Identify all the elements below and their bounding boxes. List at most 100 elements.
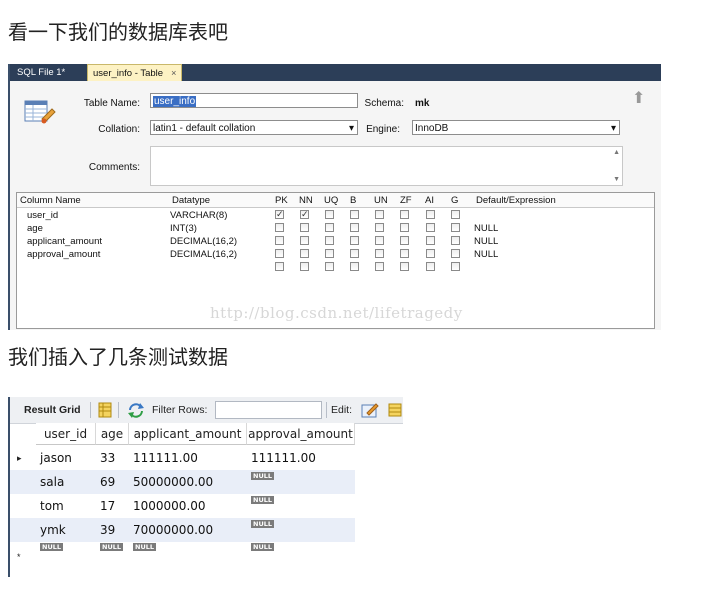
flag-checkbox[interactable]	[350, 249, 359, 258]
collapse-chevron-icon[interactable]: ⬆︎	[632, 91, 645, 107]
result-cell[interactable]: NULL	[247, 518, 355, 542]
result-row[interactable]: ymk 39 70000000.00 NULL	[10, 518, 355, 542]
result-cell[interactable]: 17	[96, 494, 129, 518]
flag-checkbox[interactable]	[451, 210, 460, 219]
flag-checkbox[interactable]	[325, 249, 334, 258]
result-cell[interactable]: 33	[96, 446, 129, 470]
flag-checkbox[interactable]	[375, 210, 384, 219]
flag-checkbox[interactable]	[375, 236, 384, 245]
tab-user-info-table[interactable]: user_info - Table ×	[87, 64, 183, 81]
flag-checkbox[interactable]	[350, 262, 359, 271]
flag-checkbox[interactable]	[350, 223, 359, 232]
flag-checkbox[interactable]	[375, 262, 384, 271]
refresh-icon[interactable]	[127, 402, 145, 418]
flag-checkbox[interactable]	[325, 262, 334, 271]
flag-checkbox[interactable]	[451, 249, 460, 258]
form-view-icon[interactable]	[98, 402, 112, 418]
flag-checkbox[interactable]	[300, 249, 309, 258]
column-row[interactable]: approval_amount DECIMAL(16,2) NULL	[17, 248, 654, 261]
new-column-row[interactable]	[17, 261, 654, 274]
flag-checkbox[interactable]	[400, 210, 409, 219]
result-cell[interactable]: jason	[36, 446, 96, 470]
flag-checkbox[interactable]	[451, 262, 460, 271]
result-cell[interactable]: 69	[96, 470, 129, 494]
col-header[interactable]: UN	[374, 195, 388, 206]
result-col-header[interactable]: user_id	[36, 423, 96, 445]
flag-checkbox[interactable]	[325, 236, 334, 245]
collation-select[interactable]: latin1 - default collation	[150, 120, 358, 136]
engine-select[interactable]: InnoDB	[412, 120, 620, 136]
flag-checkbox[interactable]	[275, 262, 284, 271]
result-cell[interactable]: 39	[96, 518, 129, 542]
result-col-header[interactable]: approval_amount	[247, 423, 355, 445]
flag-checkbox[interactable]	[426, 249, 435, 258]
scroll-up-icon[interactable]: ▲	[613, 149, 620, 156]
flag-checkbox[interactable]	[350, 210, 359, 219]
col-header[interactable]: NN	[299, 195, 313, 206]
col-header[interactable]: ZF	[400, 195, 412, 206]
flag-checkbox[interactable]	[451, 236, 460, 245]
scroll-down-icon[interactable]: ▼	[613, 176, 620, 183]
col-header[interactable]: AI	[425, 195, 434, 206]
flag-checkbox[interactable]	[451, 223, 460, 232]
flag-checkbox[interactable]	[400, 262, 409, 271]
col-header[interactable]: G	[451, 195, 458, 206]
new-result-row[interactable]: * NULL NULL NULL NULL	[10, 542, 355, 566]
flag-checkbox[interactable]: ✓	[275, 210, 284, 219]
flag-checkbox[interactable]	[400, 249, 409, 258]
flag-checkbox[interactable]	[375, 249, 384, 258]
result-cell[interactable]: NULL	[36, 542, 96, 566]
result-cell[interactable]: 1000000.00	[129, 494, 247, 518]
flag-checkbox[interactable]: ✓	[300, 210, 309, 219]
result-cell[interactable]: tom	[36, 494, 96, 518]
result-cell[interactable]: 111111.00	[247, 446, 355, 470]
flag-checkbox[interactable]	[275, 223, 284, 232]
result-col-header[interactable]: age	[96, 423, 129, 445]
filter-rows-input[interactable]	[215, 401, 322, 419]
result-cell[interactable]: ymk	[36, 518, 96, 542]
result-cell[interactable]: 70000000.00	[129, 518, 247, 542]
result-col-header[interactable]: applicant_amount	[129, 423, 247, 445]
comments-textarea[interactable]: ▲ ▼	[150, 146, 623, 186]
flag-checkbox[interactable]	[300, 236, 309, 245]
col-header[interactable]: Default/Expression	[476, 195, 556, 206]
flag-checkbox[interactable]	[400, 236, 409, 245]
flag-checkbox[interactable]	[375, 223, 384, 232]
result-cell[interactable]: NULL	[129, 542, 247, 566]
column-default[interactable]: NULL	[474, 223, 498, 234]
flag-checkbox[interactable]	[275, 236, 284, 245]
flag-checkbox[interactable]	[426, 223, 435, 232]
result-cell[interactable]: 111111.00	[129, 446, 247, 470]
table-name-input[interactable]: user_info	[150, 93, 358, 108]
result-cell[interactable]: NULL	[247, 494, 355, 518]
flag-checkbox[interactable]	[400, 223, 409, 232]
flag-checkbox[interactable]	[350, 236, 359, 245]
column-row[interactable]: applicant_amount DECIMAL(16,2) NULL	[17, 235, 654, 248]
edit-cell-icon[interactable]	[361, 402, 379, 418]
col-header[interactable]: UQ	[324, 195, 338, 206]
result-cell[interactable]: NULL	[247, 470, 355, 494]
flag-checkbox[interactable]	[325, 210, 334, 219]
col-header[interactable]: Column Name	[20, 195, 81, 206]
flag-checkbox[interactable]	[300, 223, 309, 232]
add-row-icon[interactable]	[388, 402, 402, 418]
flag-checkbox[interactable]	[325, 223, 334, 232]
flag-checkbox[interactable]	[426, 236, 435, 245]
close-icon[interactable]: ×	[171, 68, 176, 78]
result-cell[interactable]: NULL	[247, 542, 355, 566]
column-default[interactable]: NULL	[474, 249, 498, 260]
flag-checkbox[interactable]	[426, 262, 435, 271]
result-row[interactable]: tom 17 1000000.00 NULL	[10, 494, 355, 518]
result-cell[interactable]: 50000000.00	[129, 470, 247, 494]
col-header[interactable]: Datatype	[172, 195, 210, 206]
flag-checkbox[interactable]	[275, 249, 284, 258]
result-cell[interactable]: sala	[36, 470, 96, 494]
col-header[interactable]: PK	[275, 195, 288, 206]
result-row[interactable]: ▸ jason 33 111111.00 111111.00	[10, 446, 355, 470]
col-header[interactable]: B	[350, 195, 356, 206]
result-cell[interactable]: NULL	[96, 542, 129, 566]
column-row[interactable]: user_id VARCHAR(8) ✓ ✓	[17, 209, 654, 222]
flag-checkbox[interactable]	[300, 262, 309, 271]
tab-sql-file[interactable]: SQL File 1*	[12, 64, 70, 81]
column-default[interactable]: NULL	[474, 236, 498, 247]
